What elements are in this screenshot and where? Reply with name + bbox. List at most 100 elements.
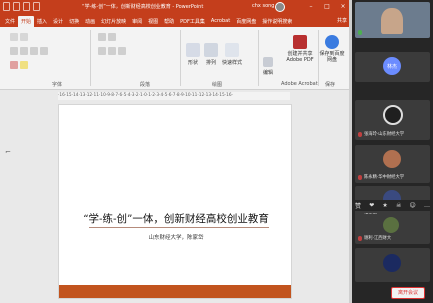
video-tile[interactable]: 张海玲·山东财经大学 [355,100,430,140]
tab-slideshow[interactable]: 幻灯片放映 [98,16,129,27]
font-color-icon[interactable] [10,61,18,69]
window-title: “学-练-创”一体，创新财经高校创业教育 - PowerPoint [82,4,204,10]
window-controls: – □ × [305,1,349,12]
video-tile[interactable]: 林杰 [355,52,430,82]
tab-file[interactable]: 文件 [2,16,18,27]
mic-icon [358,30,362,35]
bullets-icon[interactable] [98,33,106,41]
share-button[interactable]: 共享 [337,17,347,24]
tab-pdf-tools[interactable]: PDF工具集 [177,16,208,27]
reaction-star-icon[interactable]: ★ [382,202,387,209]
baidu-netdisk-icon [325,35,339,49]
ribbon-separator [90,30,91,86]
slide-footer-bar [59,285,291,298]
video-tile-self[interactable] [355,2,430,38]
tab-animations[interactable]: 动画 [82,16,98,27]
redo-icon[interactable] [23,2,30,11]
quick-styles-label: 快速样式 [222,60,243,66]
undo-icon[interactable] [13,2,20,11]
arrange-button[interactable]: 排列 [204,43,218,66]
video-tile[interactable]: 陈永精·华中财经大学 [355,145,430,183]
tab-insert[interactable]: 插入 [34,16,50,27]
group-label-paragraph: 段落 [140,82,151,88]
tab-transitions[interactable]: 切换 [66,16,82,27]
tab-review[interactable]: 审阅 [129,16,145,27]
align-left-icon[interactable] [98,47,106,55]
shapes-icon [186,43,200,57]
avatar [383,254,401,272]
editing-label: 编辑 [263,70,274,76]
mic-muted-icon [358,175,362,180]
slide-subtitle[interactable]: 山东财经大学，陈家岱 [59,233,293,241]
slide-divider [89,227,269,228]
numbering-icon[interactable] [108,33,116,41]
create-adobe-pdf-button[interactable]: 创建并共享 Adobe PDF [283,35,317,63]
group-label-drawing: 绘图 [212,82,223,88]
user-name: chx song [252,3,275,9]
user-avatar[interactable] [275,2,285,12]
create-adobe-pdf-label: 创建并共享 Adobe PDF [286,51,314,63]
highlight-icon[interactable] [20,61,28,69]
powerpoint-window: “学-练-创”一体，创新财经高校创业教育 - PowerPoint chx so… [0,0,352,303]
quick-access-toolbar [3,2,40,11]
save-to-baidu-label: 保存到百度网盘 [319,51,345,63]
ribbon: 字体 段落 形状 排列 快速样式 绘图 编辑 创建并共享 Adobe PDF A… [0,27,352,90]
speaker-video [381,8,403,34]
avatar [383,217,399,233]
slide-canvas[interactable]: “学-练-创”一体，创新财经高校创业教育 山东财经大学，陈家岱 [58,104,292,299]
save-to-baidu-button[interactable]: 保存到百度网盘 [319,35,345,63]
strikethrough-icon[interactable] [40,47,48,55]
quick-styles-icon [225,43,239,57]
font-box[interactable] [10,33,18,41]
reaction-like[interactable]: 赞 [355,201,361,210]
adobe-pdf-icon [293,35,307,49]
ribbon-separator [180,30,181,86]
tell-me-search[interactable]: 操作说明搜索 [259,16,295,27]
shapes-label: 形状 [187,60,198,66]
arrange-label: 排列 [205,60,216,66]
close-button[interactable]: × [337,1,349,12]
tab-home[interactable]: 开始 [18,16,35,27]
align-center-icon[interactable] [108,47,116,55]
mouse-cursor-icon: ⌐ [5,148,11,156]
group-label-save: 保存 [325,82,336,88]
italic-icon[interactable] [20,47,28,55]
tab-view[interactable]: 视图 [145,16,161,27]
maximize-button[interactable]: □ [321,1,333,12]
tab-design[interactable]: 设计 [50,16,66,27]
reaction-smile-icon[interactable]: ☺ [410,202,416,209]
reaction-more-icon[interactable]: … [424,202,430,209]
arrange-icon [204,43,218,57]
participant-name: 谢利·江西财大 [364,236,392,241]
group-label-font: 字体 [52,82,63,88]
present-icon[interactable] [33,2,40,11]
save-icon[interactable] [3,2,10,11]
group-label-acrobat: Adobe Acrobat [281,81,318,87]
tab-acrobat[interactable]: Acrobat [208,16,233,27]
video-tile[interactable] [355,248,430,282]
font-size-box[interactable] [20,33,28,41]
quick-styles-button[interactable]: 快速样式 [222,43,242,66]
mic-muted-icon [358,236,362,241]
slide-title[interactable]: “学-练-创”一体，创新财经高校创业教育 [59,211,293,226]
underline-icon[interactable] [30,47,38,55]
title-bar: “学-练-创”一体，创新财经高校创业教育 - PowerPoint chx so… [0,0,352,14]
horizontal-ruler: ·16·15·14·13·12·11·10·9·8·7·6·5·4·3·2·1·… [58,92,290,100]
video-tile[interactable]: 谢利·江西财大 [355,214,430,244]
editing-button[interactable]: 编辑 [263,57,273,76]
reaction-bar: 赞 ❤ ★ ☠ ☺ … [355,200,430,211]
avatar [383,150,401,168]
align-right-icon[interactable] [118,47,126,55]
reaction-skull-icon[interactable]: ☠ [396,202,401,209]
tab-help[interactable]: 帮助 [161,16,177,27]
shapes-button[interactable]: 形状 [186,43,200,66]
mic-muted-icon [358,132,362,137]
bold-icon[interactable] [10,47,18,55]
leave-meeting-button[interactable]: 离开会议 [391,287,425,299]
avatar [383,105,403,125]
participant-name: 张海玲·山东财经大学 [364,132,405,137]
reaction-heart-icon[interactable]: ❤ [369,202,374,209]
tab-baidu-netdisk[interactable]: 百度网盘 [233,16,259,27]
minimize-button[interactable]: – [305,1,317,12]
ribbon-tab-bar: 文件 开始 插入 设计 切换 动画 幻灯片放映 审阅 视图 帮助 PDF工具集 … [0,14,352,27]
